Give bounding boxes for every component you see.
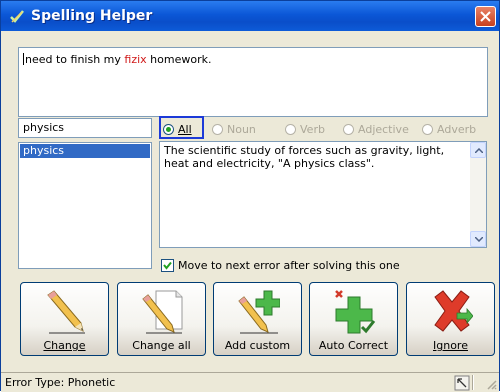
title-bar[interactable]: Spelling Helper bbox=[1, 1, 499, 31]
sentence-after: homework. bbox=[146, 53, 212, 66]
sentence-textbox[interactable]: need to finish my fizix homework. bbox=[18, 47, 488, 117]
radio-label: Adjective bbox=[358, 122, 409, 136]
radio-button-icon bbox=[285, 123, 296, 135]
change-all-button[interactable]: Change all bbox=[117, 282, 206, 356]
radio-button-icon bbox=[212, 123, 223, 135]
window-title: Spelling Helper bbox=[31, 8, 153, 24]
text-caret bbox=[23, 53, 24, 65]
pencil-plus-icon bbox=[238, 290, 280, 334]
auto-correct-button-label: Auto Correct bbox=[318, 339, 389, 352]
list-item[interactable]: physics bbox=[20, 144, 150, 158]
checkmark-icon bbox=[163, 261, 172, 270]
change-all-button-label: Change all bbox=[132, 339, 191, 352]
move-next-label: Move to next error after solving this on… bbox=[178, 259, 400, 272]
definition-box[interactable]: The scientific study of forces such as g… bbox=[159, 141, 487, 248]
misspelled-word: fizix bbox=[124, 53, 147, 66]
change-button-label: Change bbox=[43, 339, 86, 352]
radio-label: Adverb bbox=[437, 122, 477, 136]
chevron-up-icon bbox=[475, 148, 483, 153]
close-button[interactable] bbox=[475, 6, 496, 27]
chevron-down-icon bbox=[475, 237, 483, 242]
radio-adjective[interactable]: Adjective bbox=[343, 121, 409, 137]
change-button[interactable]: Change bbox=[20, 282, 109, 356]
radio-button-icon bbox=[422, 123, 433, 135]
radio-noun[interactable]: Noun bbox=[212, 121, 256, 137]
resize-arrow-icon[interactable] bbox=[454, 375, 470, 391]
spelling-helper-window: Spelling Helper need to finish my fizix … bbox=[0, 0, 500, 392]
sentence-text: need to finish my fizix homework. bbox=[23, 53, 211, 66]
scroll-up-button[interactable] bbox=[470, 142, 486, 158]
resize-grip-icon[interactable] bbox=[485, 378, 497, 390]
status-bar: Error Type: Phonetic bbox=[1, 372, 499, 392]
sentence-before: need to finish my bbox=[25, 53, 125, 66]
add-custom-button-label: Add custom bbox=[224, 339, 291, 352]
close-icon bbox=[480, 11, 491, 22]
ignore-button[interactable]: Ignore bbox=[406, 282, 495, 356]
replacement-word-input[interactable]: physics bbox=[18, 118, 152, 138]
suggestions-list[interactable]: physics bbox=[18, 142, 152, 269]
move-next-checkbox[interactable] bbox=[161, 259, 174, 272]
move-next-checkbox-row[interactable]: Move to next error after solving this on… bbox=[161, 259, 400, 272]
add-custom-button[interactable]: Add custom bbox=[213, 282, 302, 356]
status-separator bbox=[472, 375, 474, 390]
red-x-icon bbox=[434, 290, 473, 332]
radio-label: Verb bbox=[300, 122, 325, 136]
auto-correct-icon bbox=[335, 290, 376, 334]
focus-indicator bbox=[159, 116, 204, 139]
definition-scrollbar[interactable] bbox=[470, 142, 486, 247]
pencil-icon bbox=[47, 290, 85, 334]
definition-text: The scientific study of forces such as g… bbox=[164, 144, 445, 170]
pencil-document-icon bbox=[142, 290, 183, 334]
radio-label: Noun bbox=[227, 122, 256, 136]
auto-correct-button[interactable]: Auto Correct bbox=[309, 282, 398, 356]
radio-adverb[interactable]: Adverb bbox=[422, 121, 476, 137]
scroll-down-button[interactable] bbox=[470, 231, 486, 247]
radio-verb[interactable]: Verb bbox=[285, 121, 325, 137]
radio-button-icon bbox=[343, 123, 354, 135]
ignore-button-label: Ignore bbox=[433, 339, 468, 352]
error-type-status: Error Type: Phonetic bbox=[5, 376, 116, 389]
checkmark-pencil-icon bbox=[10, 10, 24, 23]
